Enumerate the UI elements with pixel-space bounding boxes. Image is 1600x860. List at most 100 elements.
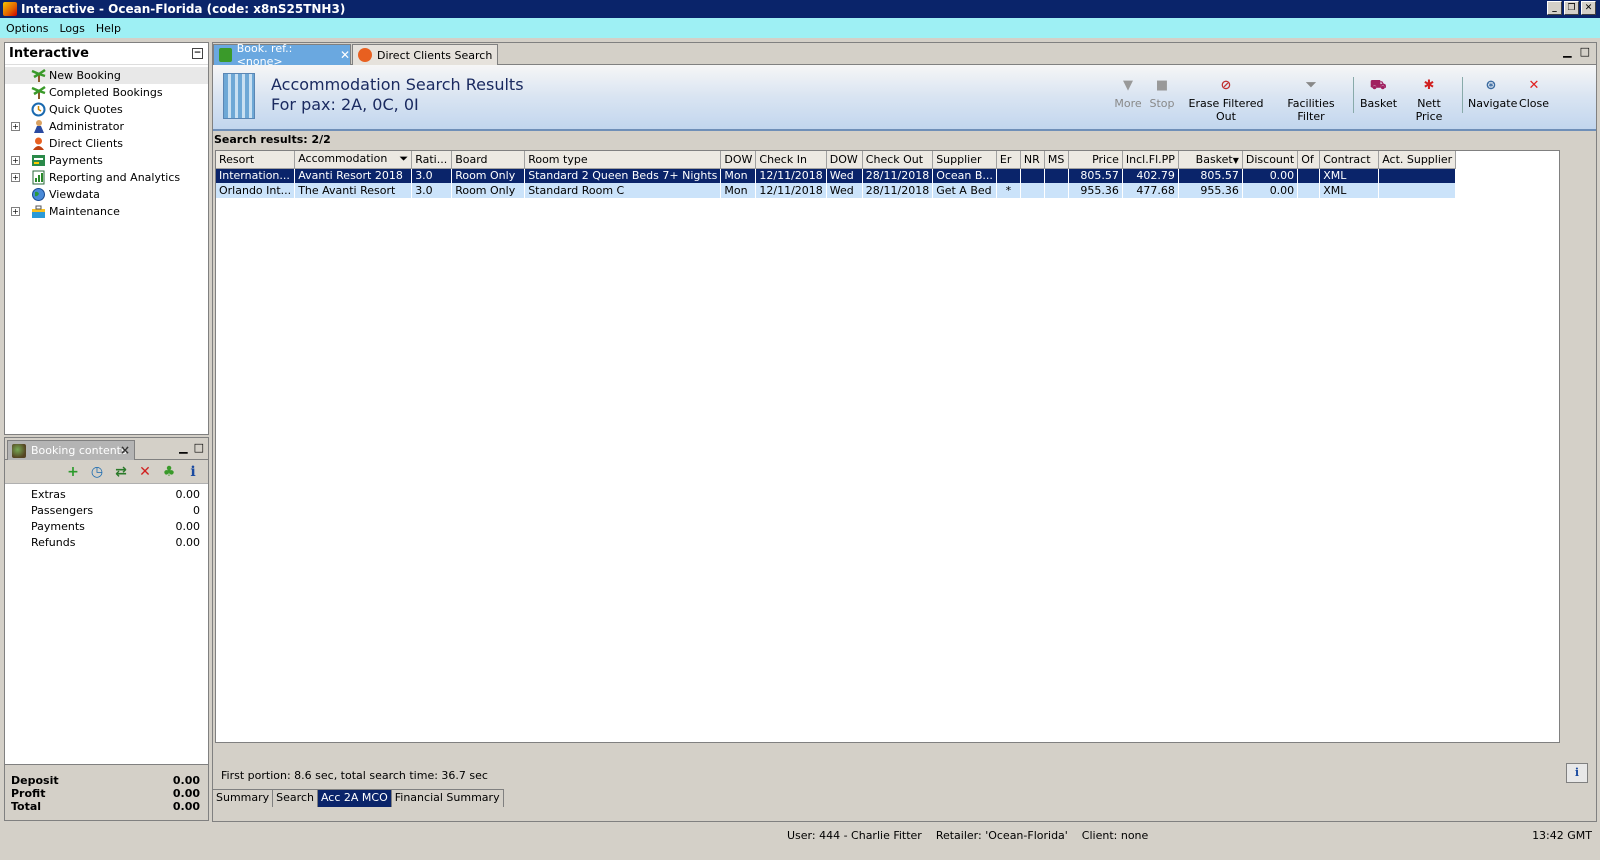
search-results-count: Search results: 2/2: [214, 133, 331, 146]
results-grid[interactable]: Resort Accommodation ⏷ Rati... Board Room…: [215, 150, 1560, 743]
tab-booking-ref[interactable]: Book. ref.: <none> ✕: [213, 42, 351, 68]
palm-tree-icon: [31, 85, 46, 100]
erase-filtered-out-button[interactable]: ⊘ Erase Filtered Out: [1181, 78, 1271, 123]
close-window-button[interactable]: ✕: [1581, 1, 1596, 15]
close-button[interactable]: ✕ Close: [1519, 78, 1549, 118]
column-header[interactable]: Check In: [755, 151, 827, 169]
info-icon[interactable]: i: [185, 464, 201, 480]
minimize-button[interactable]: _: [1547, 1, 1562, 15]
booking-contents-tabrow: Booking contents × ▁ □: [5, 438, 208, 460]
column-header[interactable]: DOW: [826, 151, 863, 169]
expand-toggle[interactable]: +: [11, 207, 20, 216]
report-icon: [31, 170, 46, 185]
column-header[interactable]: Er: [996, 151, 1021, 169]
palm-tree-icon: [31, 68, 46, 83]
column-header[interactable]: Contract: [1319, 151, 1380, 169]
column-header[interactable]: Rati...: [411, 151, 453, 169]
column-header[interactable]: Discount: [1242, 151, 1299, 169]
booking-contents-tab[interactable]: Booking contents ×: [7, 440, 135, 460]
cell-rating: 3.0: [411, 183, 452, 198]
column-header[interactable]: Accommodation ⏷: [294, 151, 413, 169]
tab-summary[interactable]: Summary: [213, 790, 274, 807]
nav-item-administrator[interactable]: + Administrator: [5, 118, 208, 135]
navigation-panel: Interactive − New Booking Completed Book…: [4, 42, 209, 435]
booking-contents-toolbar: + ◷ ⇄ ✕ ♣ i: [5, 460, 208, 484]
close-tab-icon[interactable]: ×: [120, 443, 130, 457]
more-button[interactable]: ▼ More: [1114, 78, 1142, 118]
column-header[interactable]: Basket▼: [1178, 151, 1243, 169]
info-icon: i: [1574, 766, 1580, 779]
cell-dow-out: Wed: [826, 183, 863, 198]
column-header[interactable]: Of: [1297, 151, 1321, 169]
toolbar-separator: [1462, 77, 1463, 113]
stop-button[interactable]: ■ Stop: [1149, 78, 1175, 118]
expand-toggle[interactable]: +: [11, 156, 20, 165]
table-row[interactable]: Internation... Avanti Resort 2018 3.0 Ro…: [216, 168, 1456, 183]
globe-icon: [31, 187, 46, 202]
tab-search[interactable]: Search: [273, 790, 318, 807]
nav-item-viewdata[interactable]: Viewdata: [5, 186, 208, 203]
collapse-panel-button[interactable]: −: [192, 48, 203, 59]
column-header[interactable]: Board: [451, 151, 526, 169]
column-header[interactable]: DOW: [720, 151, 757, 169]
column-header[interactable]: Act. Supplier: [1378, 151, 1457, 169]
funnel-icon: ⏷: [1305, 78, 1317, 93]
column-header[interactable]: Resort: [216, 151, 296, 169]
nav-item-payments[interactable]: + Payments: [5, 152, 208, 169]
menu-help[interactable]: Help: [90, 22, 126, 35]
cell-rating: 3.0: [411, 168, 452, 183]
minimize-doc-icon[interactable]: ▁: [1563, 45, 1571, 58]
cell-accommodation: The Avanti Resort: [294, 183, 412, 198]
column-header[interactable]: MS: [1044, 151, 1069, 169]
column-header[interactable]: Room type: [524, 151, 722, 169]
navigate-button[interactable]: ⊛ Navigate: [1468, 78, 1517, 118]
expand-toggle[interactable]: +: [11, 122, 20, 131]
restore-button[interactable]: ❐: [1564, 1, 1579, 15]
column-header[interactable]: Supplier: [932, 151, 997, 169]
basket-add-icon[interactable]: ⇄: [113, 464, 129, 480]
maximize-panel-icon[interactable]: □: [194, 441, 204, 454]
tab-financial-summary[interactable]: Financial Summary: [391, 790, 504, 807]
nav-item-completed-bookings[interactable]: Completed Bookings: [5, 84, 208, 101]
nav-item-quick-quotes[interactable]: Quick Quotes: [5, 101, 208, 118]
cell-ms: [1044, 168, 1069, 183]
nav-item-new-booking[interactable]: New Booking: [5, 67, 208, 84]
maximize-doc-icon[interactable]: □: [1580, 45, 1590, 58]
tab-acc-2a-mco[interactable]: Acc 2A MCO: [317, 790, 392, 807]
delete-icon[interactable]: ✕: [137, 464, 153, 480]
menu-logs[interactable]: Logs: [53, 22, 89, 35]
booking-contents-panel: Booking contents × ▁ □ + ◷ ⇄ ✕ ♣ i Extra…: [4, 437, 209, 821]
menu-options[interactable]: Options: [0, 22, 53, 35]
clock-icon[interactable]: ◷: [89, 464, 105, 480]
nett-price-button[interactable]: ✱ Nett Price: [1403, 78, 1455, 123]
close-tab-icon[interactable]: ✕: [340, 48, 350, 62]
cell-basket: 805.57: [1178, 168, 1243, 183]
column-header[interactable]: Incl.Fl.PP: [1122, 151, 1179, 169]
status-bar: User: 444 - Charlie Fitter Retailer: 'Oc…: [0, 826, 1600, 844]
expand-toggle[interactable]: +: [11, 173, 20, 182]
facilities-filter-button[interactable]: ⏷ Facilities Filter: [1276, 78, 1346, 123]
column-header[interactable]: Price: [1068, 151, 1123, 169]
column-header[interactable]: NR: [1020, 151, 1045, 169]
title-bar: Interactive - Ocean-Florida (code: x8nS2…: [0, 0, 1600, 18]
palm-tree-icon: [219, 48, 232, 62]
nav-item-reporting-and-analytics[interactable]: + Reporting and Analytics: [5, 169, 208, 186]
navigation-tree: New Booking Completed Bookings Quick Quo…: [5, 65, 208, 220]
table-row[interactable]: Orlando Int... The Avanti Resort 3.0 Roo…: [216, 183, 1456, 198]
nav-item-maintenance[interactable]: + Maintenance: [5, 203, 208, 220]
info-button[interactable]: i: [1566, 763, 1588, 783]
cell-supplier: Ocean B...: [932, 168, 997, 183]
cell-discount: 0.00: [1242, 168, 1298, 183]
minimize-panel-icon[interactable]: ▁: [179, 441, 187, 454]
nav-item-direct-clients[interactable]: Direct Clients: [5, 135, 208, 152]
add-icon[interactable]: +: [65, 464, 81, 480]
building-icon: [223, 73, 255, 119]
user-info: User: 444 - Charlie Fitter Retailer: 'Oc…: [787, 829, 1149, 842]
basket-button[interactable]: ⛟ Basket: [1360, 78, 1397, 118]
results-header: Accommodation Search Results For pax: 2A…: [213, 65, 1596, 131]
column-header[interactable]: Check Out: [862, 151, 934, 169]
palm-tree-icon[interactable]: ♣: [161, 464, 177, 480]
tab-direct-clients-search[interactable]: Direct Clients Search: [352, 44, 498, 65]
page-title: Accommodation Search Results: [271, 75, 524, 94]
filter-icon[interactable]: ⏷: [399, 152, 408, 166]
